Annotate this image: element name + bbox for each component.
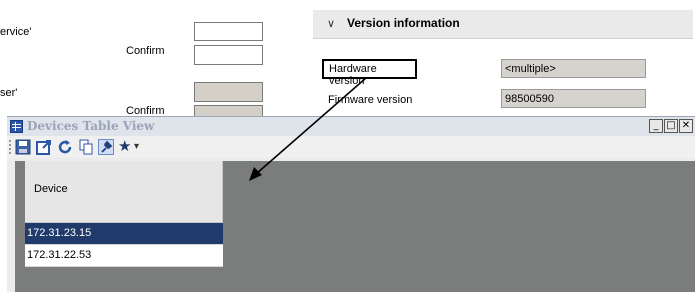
service-password-field[interactable]	[194, 22, 263, 41]
confirm-label: Confirm	[126, 45, 165, 57]
hardware-version-value: <multiple>	[501, 59, 646, 78]
refresh-icon[interactable]	[57, 139, 73, 155]
service-password-confirm-field[interactable]	[194, 45, 263, 65]
pin-icon[interactable]	[98, 139, 114, 155]
close-button[interactable]: ✕	[679, 119, 693, 133]
window-titlebar[interactable]: Devices Table View _ □ ✕	[7, 117, 695, 136]
table-row[interactable]: 172.31.22.53	[25, 245, 223, 267]
toolbar-grip[interactable]	[9, 140, 13, 154]
user-password-field[interactable]	[194, 82, 263, 102]
version-information-header[interactable]: ∨ Version information	[313, 10, 693, 39]
content-area: Device 172.31.23.15 172.31.22.53	[15, 161, 695, 292]
chevron-down-icon: ∨	[327, 18, 336, 30]
minimize-button[interactable]: _	[649, 119, 663, 133]
copy-icon[interactable]	[78, 139, 94, 155]
devices-table-view-window: Devices Table View _ □ ✕ ★ ▾ Device 172.…	[7, 116, 695, 292]
maximize-button[interactable]: □	[664, 119, 678, 133]
export-icon[interactable]	[36, 139, 52, 155]
user-label: ser'	[0, 87, 18, 99]
table-icon	[10, 120, 23, 133]
toolbar: ★ ▾	[7, 136, 695, 158]
section-title: Version information	[347, 16, 460, 30]
favorite-icon[interactable]: ★	[118, 139, 134, 155]
firmware-version-value: 98500590	[501, 89, 646, 108]
column-header-device[interactable]: Device	[25, 161, 223, 223]
firmware-version-label: Firmware version	[328, 94, 413, 106]
table-row[interactable]: 172.31.23.15	[25, 223, 223, 245]
devices-table: Device 172.31.23.15 172.31.22.53	[25, 161, 223, 267]
window-title: Devices Table View	[27, 119, 155, 133]
save-icon[interactable]	[15, 139, 31, 155]
hardware-version-label: Hardware version	[322, 59, 417, 87]
service-label: ervice'	[0, 26, 32, 38]
dropdown-arrow-icon[interactable]: ▾	[134, 139, 150, 155]
